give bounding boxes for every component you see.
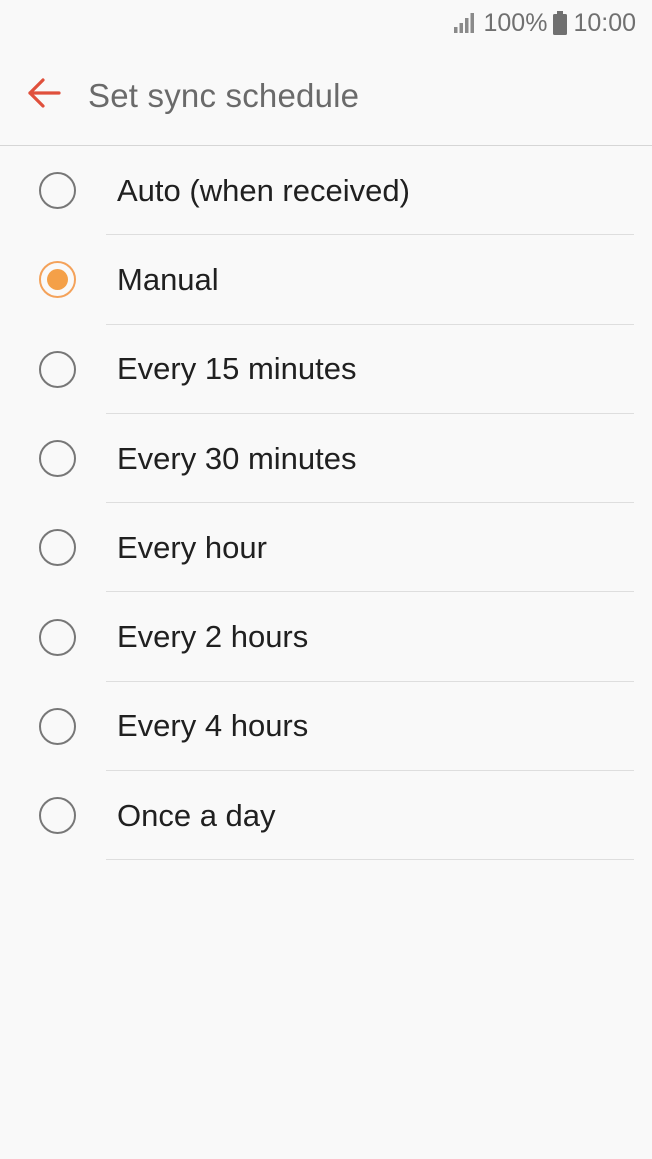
option-every-hour[interactable]: Every hour <box>0 503 652 593</box>
option-every-4-hours[interactable]: Every 4 hours <box>0 682 652 772</box>
option-manual[interactable]: Manual <box>0 235 652 325</box>
page-title: Set sync schedule <box>88 76 360 114</box>
option-every-2-hours[interactable]: Every 2 hours <box>0 592 652 682</box>
option-label: Auto (when received) <box>117 172 410 208</box>
battery-percent: 100% <box>483 8 548 37</box>
radio-button[interactable] <box>39 172 76 210</box>
option-label: Every hour <box>117 529 267 565</box>
option-label: Every 2 hours <box>117 619 309 655</box>
sync-schedule-options: Auto (when received) Manual Every 15 min… <box>0 146 652 861</box>
option-every-15-minutes[interactable]: Every 15 minutes <box>0 325 652 414</box>
option-label: Manual <box>117 261 219 297</box>
option-once-a-day[interactable]: Once a day <box>0 771 652 861</box>
signal-icon <box>453 13 477 33</box>
app-bar: Set sync schedule <box>0 46 652 146</box>
radio-button[interactable] <box>39 440 76 478</box>
radio-button[interactable] <box>39 529 76 567</box>
clock: 10:00 <box>573 8 636 37</box>
option-auto[interactable]: Auto (when received) <box>0 146 652 236</box>
option-label: Every 15 minutes <box>117 351 357 387</box>
option-label: Every 30 minutes <box>117 440 357 476</box>
radio-button[interactable] <box>39 797 76 835</box>
divider <box>106 859 634 861</box>
radio-button[interactable] <box>39 707 76 745</box>
battery-icon <box>553 11 568 35</box>
back-arrow-icon <box>27 78 61 113</box>
radio-button-selected[interactable] <box>39 261 76 299</box>
radio-button[interactable] <box>39 618 76 656</box>
back-button[interactable] <box>14 66 74 126</box>
option-label: Every 4 hours <box>117 708 309 744</box>
status-bar: 100% 10:00 <box>0 0 652 46</box>
option-every-30-minutes[interactable]: Every 30 minutes <box>0 414 652 504</box>
option-label: Once a day <box>117 797 276 833</box>
radio-button[interactable] <box>39 350 76 388</box>
